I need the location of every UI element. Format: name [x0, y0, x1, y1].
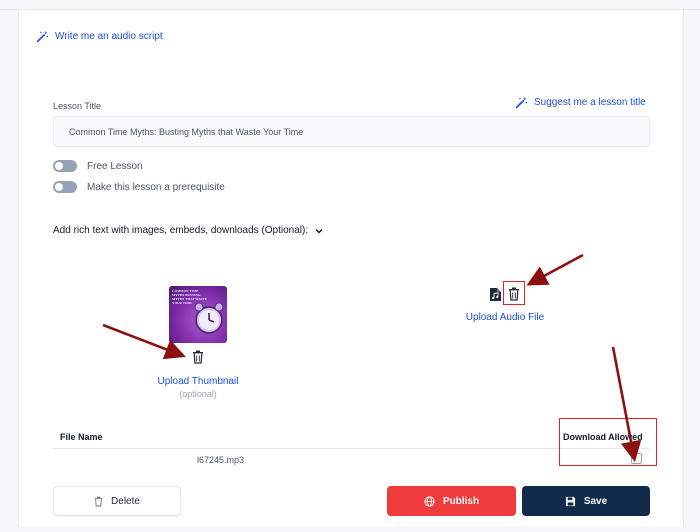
- publish-button[interactable]: Publish: [387, 486, 516, 516]
- lesson-title-value: Common Time Myths: Busting Myths that Wa…: [69, 126, 304, 137]
- delete-button-label: Delete: [111, 495, 140, 507]
- thumbnail-image: COMMON TIME MYTHS BUSTING MYTHS THAT WAS…: [169, 286, 227, 343]
- floppy-disk-icon: [565, 496, 575, 506]
- prerequisite-toggle[interactable]: [53, 181, 77, 193]
- delete-thumbnail-icon[interactable]: [192, 350, 204, 364]
- upload-thumbnail-link[interactable]: Upload Thumbnail: [148, 376, 248, 387]
- globe-icon: [424, 495, 435, 507]
- prerequisite-label: Make this lesson a prerequisite: [87, 181, 225, 193]
- audio-file-icon: [490, 288, 501, 301]
- rich-text-expander[interactable]: Add rich text with images, embeds, downl…: [53, 225, 324, 236]
- lesson-title-label: Lesson Title: [53, 101, 102, 111]
- save-button[interactable]: Save: [522, 486, 650, 516]
- write-audio-script-label: Write me an audio script: [55, 31, 163, 42]
- free-lesson-toggle[interactable]: [53, 160, 77, 172]
- file-name-column-header: File Name: [60, 432, 103, 442]
- free-lesson-row: Free Lesson: [53, 160, 143, 172]
- annotation-box-download-allowed: [559, 418, 657, 466]
- delete-button[interactable]: Delete: [53, 486, 181, 516]
- write-audio-script-link[interactable]: Write me an audio script: [36, 30, 163, 43]
- publish-button-label: Publish: [442, 495, 480, 507]
- lesson-title-input[interactable]: Common Time Myths: Busting Myths that Wa…: [53, 116, 650, 147]
- chevron-down-icon: [315, 228, 323, 233]
- rich-text-label: Add rich text with images, embeds, downl…: [53, 225, 309, 236]
- free-lesson-label: Free Lesson: [87, 160, 143, 172]
- annotation-box-audio-delete: [503, 281, 525, 305]
- trash-icon: [94, 496, 103, 506]
- suggest-lesson-title-label: Suggest me a lesson title: [534, 97, 646, 108]
- upload-audio-file-link[interactable]: Upload Audio File: [455, 312, 555, 323]
- file-name-cell: l67245.mp3: [197, 455, 245, 465]
- thumbnail-optional-label: (optional): [179, 389, 217, 399]
- save-button-label: Save: [583, 495, 608, 507]
- prerequisite-row: Make this lesson a prerequisite: [53, 181, 225, 193]
- alarm-clock-icon: [194, 302, 224, 334]
- magic-wand-icon: [515, 96, 528, 109]
- magic-wand-icon: [36, 30, 49, 43]
- suggest-lesson-title-link[interactable]: Suggest me a lesson title: [515, 96, 646, 109]
